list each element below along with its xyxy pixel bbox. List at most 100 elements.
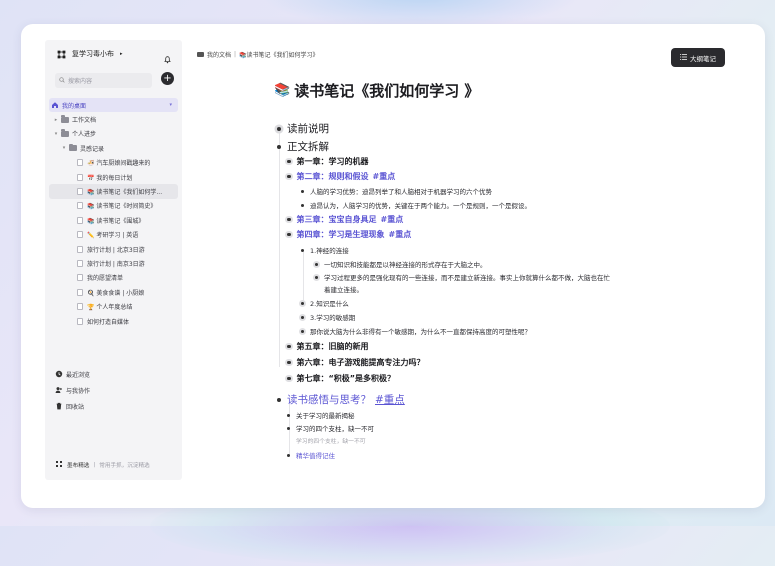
- sidebar-sections: 最近浏览 与我协作 回收站: [53, 366, 178, 414]
- bullet-dot-icon[interactable]: [301, 315, 304, 319]
- chevron-down-icon[interactable]: ▾: [53, 131, 59, 137]
- sidebar-tree-item[interactable]: 旅行计划 | 北京3日游: [49, 242, 178, 256]
- note-item[interactable]: 那你说大脑为什么非得有一个敏感期，为什么不一直都保持高度的可塑性呢？: [301, 326, 531, 336]
- note-item[interactable]: 3.学习的敏感期: [301, 312, 355, 322]
- note-item[interactable]: 人脑的学习优势：迪昂列举了和人脑相对于机器学习的六个优势: [301, 186, 492, 196]
- bullet-dot-icon[interactable]: [277, 144, 281, 149]
- bullet-dot-icon[interactable]: [315, 262, 318, 266]
- note-item[interactable]: 精华值得记住: [287, 450, 335, 460]
- note-item[interactable]: 迪昂认为，人脑学习的优势，关键在于两个能力。一个是规则，一个是假设。: [301, 200, 531, 210]
- note-item[interactable]: 1.神经的连接: [301, 245, 349, 255]
- sidebar-tree-item[interactable]: 如何打造自媒体: [49, 314, 178, 328]
- bullet-dot-icon[interactable]: [287, 360, 291, 365]
- note-description[interactable]: 学习的四个支柱，缺一不可: [296, 436, 366, 445]
- note-item[interactable]: 2.知识是什么: [301, 298, 349, 308]
- document-icon: [77, 231, 83, 239]
- bullet-dot-icon[interactable]: [277, 126, 281, 131]
- document-icon: [77, 274, 83, 282]
- chapter-item[interactable]: 第一章：学习的机器: [287, 156, 369, 167]
- bullet-dot-icon[interactable]: [287, 174, 291, 179]
- outline-heading[interactable]: 读前说明: [277, 121, 329, 136]
- sidebar-tree-item[interactable]: 我的愿望清单: [49, 271, 178, 285]
- footer-brand: 墨布精选: [67, 463, 90, 469]
- document-icon: [77, 202, 83, 210]
- outline-heading[interactable]: 正文拆解: [277, 139, 329, 154]
- sidebar-tree-item[interactable]: 🍜 汽车厨娘间戳趣来的: [49, 156, 178, 170]
- tag-link[interactable]: #重点: [375, 392, 405, 407]
- sidebar-tree-item[interactable]: 📅 我的每日计划: [49, 170, 178, 184]
- block-text: 正文拆解: [287, 141, 329, 153]
- chevron-down-icon[interactable]: ▾: [61, 145, 67, 151]
- sidebar-tree-item[interactable]: 🍳 美食食谱 | 小厨娘: [49, 285, 178, 299]
- search-input[interactable]: 搜索内容: [55, 73, 152, 88]
- note-item[interactable]: 关于学习的最新揭秘: [287, 410, 355, 420]
- sidebar-item-shared[interactable]: 与我协作: [53, 382, 178, 398]
- tag-link[interactable]: #重点: [389, 229, 412, 240]
- bullet-dot-icon[interactable]: [287, 159, 291, 164]
- bullet-dot-icon[interactable]: [287, 413, 290, 417]
- bullet-dot-icon[interactable]: [301, 189, 304, 193]
- workspace-switcher[interactable]: 复学习毒小布 ▸: [57, 49, 123, 59]
- outline-notes-button[interactable]: 大纲笔记: [671, 48, 725, 67]
- bullet-dot-icon[interactable]: [301, 329, 304, 333]
- sidebar-tree-item[interactable]: 🏆 个人年度总结: [49, 299, 178, 313]
- folder-icon: [61, 129, 69, 137]
- chapter-item[interactable]: 第二章：规则和假设 #重点: [287, 171, 395, 182]
- sidebar-tree-label: 旅行计划 | 北京3日游: [87, 246, 145, 254]
- chapter-item[interactable]: 第六章：电子游戏能提高专注力吗？: [287, 357, 425, 368]
- block-text: 第二章：规则和假设: [296, 172, 369, 181]
- tag-link[interactable]: #重点: [373, 171, 396, 182]
- bullet-dot-icon[interactable]: [315, 275, 318, 279]
- bullet-dot-icon[interactable]: [287, 217, 291, 222]
- bullet-dot-icon[interactable]: [301, 203, 304, 207]
- breadcrumb: 我的文档 | 📚读书笔记《我们如何学习》: [197, 50, 319, 59]
- sidebar-tree-item[interactable]: ▸ 工作文档: [49, 112, 178, 126]
- chevron-right-icon[interactable]: ▸: [53, 117, 59, 123]
- bullet-dot-icon[interactable]: [287, 376, 291, 381]
- block-text: 学习的四个支柱，缺一不可: [296, 439, 366, 445]
- sidebar-tree-item[interactable]: ▾ 灵感记录: [49, 141, 178, 155]
- books-icon: 📚: [274, 83, 291, 98]
- outline-heading[interactable]: 读书感悟与思考？ #重点: [277, 392, 405, 407]
- sidebar-tree-label: 我的愿望清单: [87, 275, 124, 283]
- breadcrumb-current: 📚读书笔记《我们如何学习》: [239, 52, 319, 59]
- block-text: 读书感悟与思考？: [287, 394, 371, 406]
- note-item[interactable]: 学习的四个支柱，缺一不可: [287, 423, 374, 433]
- sidebar-item-recent[interactable]: 最近浏览: [53, 366, 178, 382]
- block-text: 学习过程更多的是强化现有的一些连接，而不是建立新连接。事实上你就算什么都不做，大…: [324, 274, 610, 282]
- sidebar-tree-item[interactable]: 📚 读书笔记《围城》: [49, 213, 178, 227]
- chapter-item[interactable]: 第五章：旧脑的新用: [287, 341, 369, 352]
- sidebar-tree-label: 如何打造自媒体: [87, 318, 130, 326]
- tag-link[interactable]: #重点: [381, 214, 404, 225]
- note-item[interactable]: 一切知识和技能都是以神经连接的形式存在于大脑之中。: [315, 259, 487, 269]
- bell-icon[interactable]: [163, 49, 172, 64]
- indent-guide: [278, 132, 280, 367]
- chapter-item[interactable]: 第七章：“积极”是多积极？: [287, 373, 395, 384]
- bullet-dot-icon[interactable]: [287, 453, 290, 457]
- sidebar-item-label: 回收站: [66, 403, 85, 411]
- sidebar-item-trash[interactable]: 回收站: [53, 398, 178, 414]
- footer-tagline: 常用手抓，沉淀精选: [99, 463, 150, 469]
- sidebar-footer[interactable]: 墨布精选 | 常用手抓，沉淀精选: [55, 460, 150, 470]
- chapter-item[interactable]: 第三章：宝宝自身具足 #重点: [287, 214, 403, 225]
- sidebar-tree-item[interactable]: 📚 读书笔记《时间简史》: [49, 199, 178, 213]
- note-item[interactable]: 学习过程更多的是强化现有的一些连接，而不是建立新连接。事实上你就算什么都不做，大…: [315, 272, 610, 282]
- breadcrumb-root[interactable]: 我的文档: [207, 50, 231, 59]
- add-button[interactable]: +: [161, 72, 174, 85]
- sidebar-tree-item[interactable]: 旅行计划 | 南京3日游: [49, 256, 178, 270]
- bullet-dot-icon[interactable]: [287, 344, 291, 349]
- sidebar-tree-item[interactable]: ✏️ 考研学习 | 英语: [49, 228, 178, 242]
- sidebar-item-home[interactable]: 我的桌面 ▾: [49, 98, 178, 113]
- chapter-item[interactable]: 第四章：学习是生理现象 #重点: [287, 229, 411, 240]
- chevron-down-icon[interactable]: ▾: [169, 102, 172, 108]
- bullet-dot-icon[interactable]: [287, 426, 290, 430]
- sidebar-item-label: 我的桌面: [62, 102, 87, 110]
- sidebar-tree-item[interactable]: ▾ 个人进步: [49, 127, 178, 141]
- sidebar-item-label: 与我协作: [66, 387, 91, 395]
- bullet-dot-icon[interactable]: [287, 232, 291, 237]
- bullet-dot-icon[interactable]: [277, 397, 281, 402]
- bullet-dot-icon[interactable]: [301, 248, 304, 252]
- note-continuation[interactable]: 着建立连接。: [324, 284, 363, 294]
- sidebar-tree-item[interactable]: 📚 读书笔记《我们如何学...: [49, 184, 178, 199]
- bullet-dot-icon[interactable]: [301, 301, 304, 305]
